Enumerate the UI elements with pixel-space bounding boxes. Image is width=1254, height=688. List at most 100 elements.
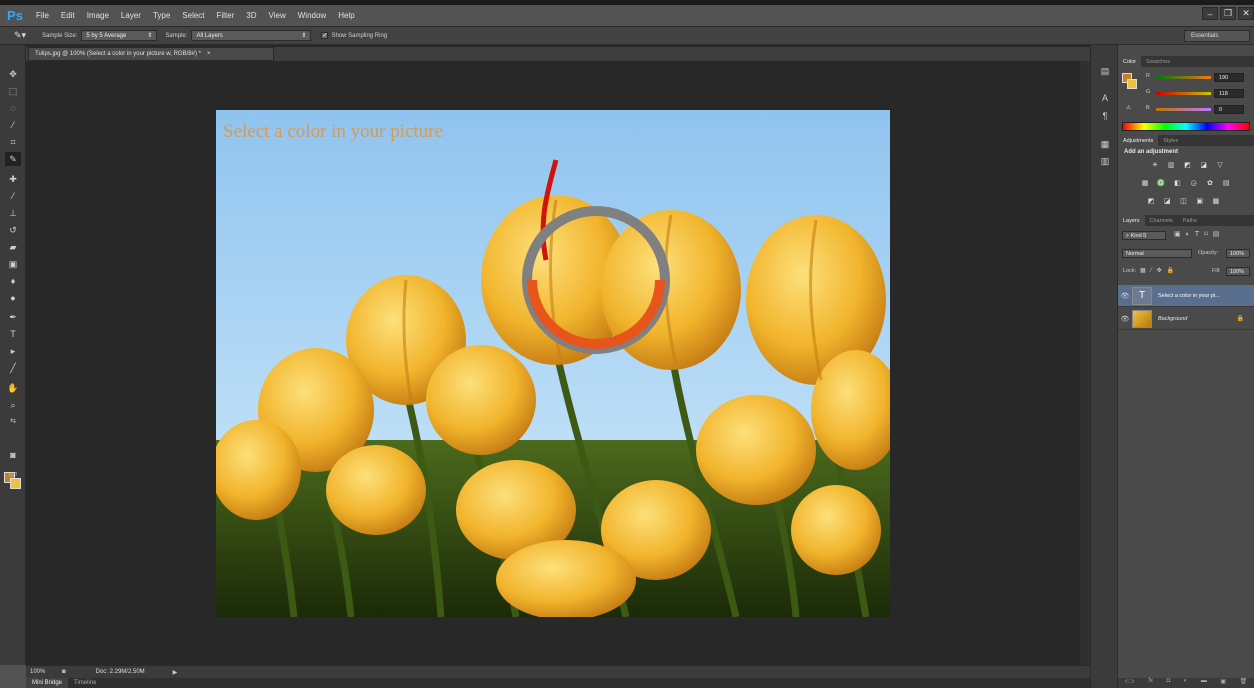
character-panel-icon[interactable]: A [1099,92,1111,104]
tab-adjustments[interactable]: Adjustments [1118,135,1159,146]
type-tool-icon[interactable]: T [5,327,21,341]
menu-file[interactable]: File [30,11,55,20]
delete-layer-icon[interactable]: 🗑 [1240,678,1248,688]
threshold-adjustment-icon[interactable]: ◫ [1178,197,1188,206]
tab-swatches[interactable]: Swatches [1141,56,1175,67]
tab-layers[interactable]: Layers [1118,215,1145,226]
quick-select-tool-icon[interactable]: ⁄ [5,118,21,132]
layer-style-icon[interactable]: fx [1148,678,1153,688]
blue-slider[interactable] [1156,107,1211,111]
menu-type[interactable]: Type [147,11,176,20]
clone-stamp-tool-icon[interactable]: ⊥ [5,206,21,220]
sample-size-select[interactable]: 5 by 5 Average ⇕ [81,30,158,41]
lasso-tool-icon[interactable]: ◌ [5,101,21,115]
minimize-button[interactable]: – [1202,7,1218,20]
status-arrow-icon[interactable]: ▶ [173,669,178,676]
blue-value-field[interactable]: 0 [1214,104,1244,114]
vertical-scrollbar[interactable] [1080,61,1090,665]
vibrance-adjustment-icon[interactable]: ▽ [1215,161,1225,170]
menu-image[interactable]: Image [81,11,115,20]
new-adjustment-layer-icon[interactable]: ◐ [1184,678,1188,688]
add-mask-icon[interactable]: ◘ [1167,678,1171,688]
zoom-level[interactable]: 100% [30,669,56,675]
tab-styles[interactable]: Styles [1158,135,1183,146]
restore-button[interactable]: ❐ [1220,7,1236,20]
crop-tool-icon[interactable]: ⌗ [5,135,21,149]
brightness-adjustment-icon[interactable]: ☀ [1150,161,1160,170]
fill-field[interactable]: 100% [1226,267,1250,276]
visibility-eye-icon[interactable]: 👁 [1118,315,1132,323]
menu-edit[interactable]: Edit [55,11,81,20]
sample-select[interactable]: All Layers ⇕ [191,30,312,41]
invert-adjustment-icon[interactable]: ◩ [1146,197,1156,206]
status-menu-icon[interactable]: ◙ [62,669,66,675]
new-group-icon[interactable]: ▬ [1201,678,1207,688]
close-button[interactable]: ✕ [1238,7,1254,20]
properties-panel-icon[interactable]: ▦ [1099,138,1111,150]
zoom-tool-icon[interactable]: ⌕ [5,398,21,412]
gradient-map-adjustment-icon[interactable]: ▣ [1195,197,1205,206]
green-value-field[interactable]: 118 [1214,88,1244,98]
marquee-tool-icon[interactable]: ⬚ [5,84,21,98]
pen-tool-icon[interactable]: ✒ [5,310,21,324]
exposure-adjustment-icon[interactable]: ◪ [1199,161,1209,170]
black-white-adjustment-icon[interactable]: ◧ [1172,179,1182,188]
swap-colors-icon[interactable]: ⇆ [5,415,21,429]
screen-mode-icon[interactable]: ▭ [5,466,21,480]
show-sampling-ring-checkbox[interactable]: ✓ [321,32,329,39]
opacity-field[interactable]: 100% [1226,249,1250,258]
blur-tool-icon[interactable]: ♦ [5,274,21,288]
levels-adjustment-icon[interactable]: ▥ [1166,161,1176,170]
tab-timeline[interactable]: Timeline [68,680,102,686]
move-tool-icon[interactable]: ✥ [5,67,21,81]
menu-help[interactable]: Help [332,11,360,20]
gradient-tool-icon[interactable]: ▣ [5,257,21,271]
link-layers-icon[interactable]: ⊂⊃ [1125,678,1135,688]
menu-3d[interactable]: 3D [240,11,262,20]
document-canvas[interactable]: Select a color in your picture [216,110,890,617]
layer-filter-kind-select[interactable]: ⌕ Kind ⇕ [1122,231,1166,240]
menu-layer[interactable]: Layer [115,11,147,20]
eyedropper-preset-icon[interactable]: ✎▾ [14,30,26,41]
eyedropper-tool-icon[interactable]: ✎ [5,152,21,166]
path-selection-tool-icon[interactable]: ▸ [5,344,21,358]
healing-brush-tool-icon[interactable]: ✚ [5,172,21,186]
color-lookup-adjustment-icon[interactable]: ▤ [1221,179,1231,188]
menu-select[interactable]: Select [176,11,210,20]
color-balance-adjustment-icon[interactable]: ♎ [1156,179,1166,188]
red-value-field[interactable]: 190 [1214,72,1244,82]
paragraph-panel-icon[interactable]: ¶ [1099,110,1111,122]
eraser-tool-icon[interactable]: ▰ [5,240,21,254]
new-layer-icon[interactable]: ▣ [1220,678,1226,688]
posterize-adjustment-icon[interactable]: ◪ [1162,197,1172,206]
tab-color[interactable]: Color [1118,56,1142,67]
document-tab-close-icon[interactable]: × [207,51,211,57]
tab-paths[interactable]: Paths [1178,215,1202,226]
dodge-tool-icon[interactable]: ● [5,291,21,305]
blend-mode-select[interactable]: Normal [1122,249,1192,258]
menu-view[interactable]: View [263,11,292,20]
history-panel-icon[interactable]: ▤ [1099,65,1111,77]
curves-adjustment-icon[interactable]: ◩ [1182,161,1192,170]
photo-filter-adjustment-icon[interactable]: ◶ [1189,179,1199,188]
document-tab[interactable]: Tulips.jpg @ 100% (Select a color in you… [28,47,274,61]
menu-filter[interactable]: Filter [211,11,241,20]
selective-color-adjustment-icon[interactable]: ▩ [1211,197,1221,206]
red-slider[interactable] [1156,75,1211,79]
line-tool-icon[interactable]: ╱ [5,361,21,375]
workspace-switcher[interactable]: Essentials [1184,30,1250,42]
menu-window[interactable]: Window [292,11,332,20]
tab-channels[interactable]: Channels [1145,215,1178,226]
tab-mini-bridge[interactable]: Mini Bridge [26,678,69,688]
channel-mixer-adjustment-icon[interactable]: ✿ [1205,179,1215,188]
color-spectrum-bar[interactable] [1122,122,1250,131]
hue-saturation-adjustment-icon[interactable]: ▦ [1140,179,1150,188]
visibility-eye-icon[interactable]: 👁 [1118,292,1132,300]
hand-tool-icon[interactable]: ✋ [5,381,21,395]
green-slider[interactable] [1156,91,1211,95]
history-brush-tool-icon[interactable]: ↺ [5,223,21,237]
layer-filter-icons[interactable]: ▣◐T⌑▤ [1174,230,1224,238]
lock-icons[interactable]: ▦⁄✥🔒 [1140,267,1179,274]
brush-tool-icon[interactable]: ⁄ [5,189,21,203]
quick-mask-icon[interactable]: ◙ [5,448,21,462]
